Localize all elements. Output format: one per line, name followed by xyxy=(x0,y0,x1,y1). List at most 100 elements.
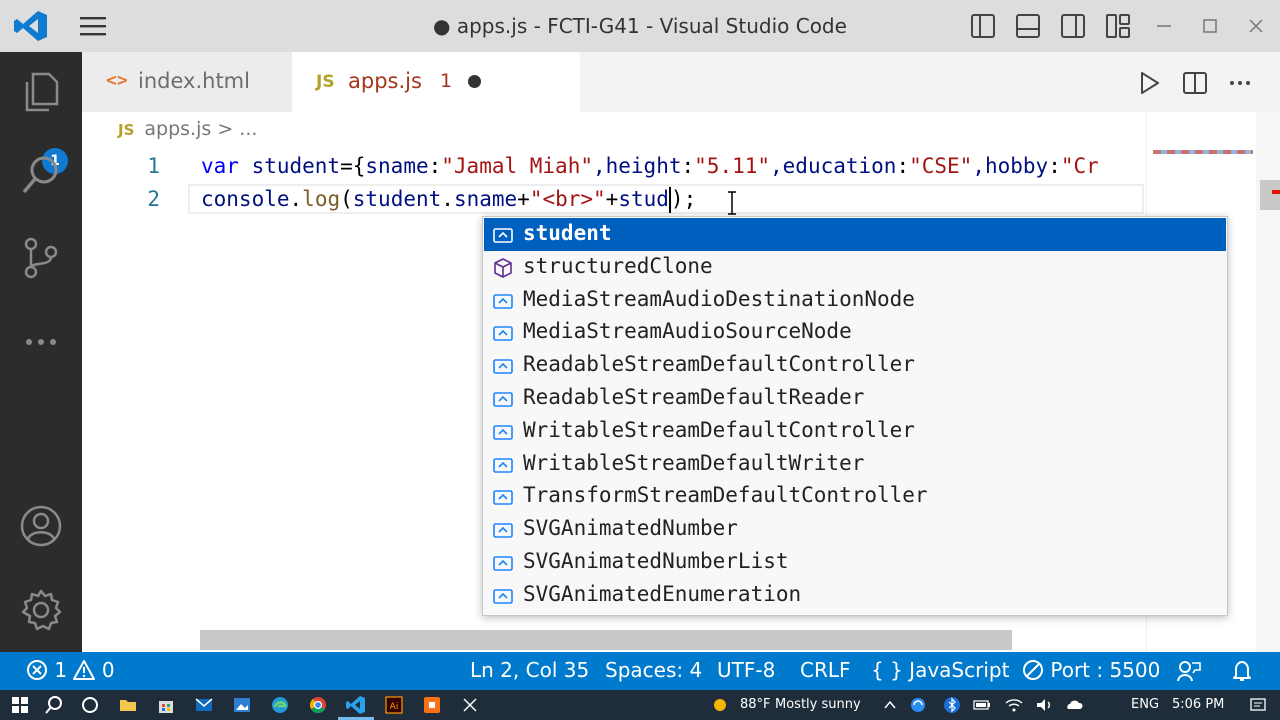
windows-start-icon[interactable] xyxy=(10,695,30,715)
error-icon xyxy=(27,660,47,680)
suggestion-item[interactable]: WritableStreamDefaultWriter xyxy=(484,448,1226,481)
encoding[interactable]: UTF-8 xyxy=(717,658,775,682)
suggestion-label: MediaStreamAudioDestinationNode xyxy=(523,286,915,311)
mail-icon[interactable] xyxy=(194,695,214,715)
split-editor-icon[interactable] xyxy=(1182,70,1208,96)
settings-gear-icon[interactable] xyxy=(19,588,63,632)
battery-icon[interactable] xyxy=(972,695,992,715)
tab-problem-count: 1 xyxy=(440,70,453,92)
variable-icon xyxy=(493,424,513,440)
suggestion-label: structuredClone xyxy=(523,253,713,278)
variable-icon xyxy=(493,457,513,473)
toggle-secondary-sidebar-icon[interactable] xyxy=(1060,13,1086,39)
tab-apps-js[interactable]: JS apps.js 1 xyxy=(292,52,580,112)
problems-status[interactable]: 1 0 xyxy=(26,658,115,682)
volume-icon[interactable] xyxy=(1034,695,1054,715)
status-bar: 1 0 Ln 2, Col 35 Spaces: 4 UTF-8 CRLF { … xyxy=(0,652,1280,690)
suggestion-item[interactable]: MediaStreamAudioDestinationNode xyxy=(484,284,1226,317)
illustrator-icon[interactable]: Ai xyxy=(384,695,404,715)
photos-icon[interactable] xyxy=(232,695,252,715)
suggestion-item[interactable]: WritableStreamDefaultController xyxy=(484,415,1226,448)
warning-icon xyxy=(73,660,96,680)
close-icon[interactable] xyxy=(1246,16,1266,36)
google-drive-sync-icon[interactable] xyxy=(908,695,928,715)
suggestion-item[interactable]: SVGAnimatedEnumeration xyxy=(484,579,1226,612)
search-icon[interactable] xyxy=(19,152,63,196)
block-icon xyxy=(1023,660,1043,680)
store-icon[interactable] xyxy=(156,695,176,715)
more-views-icon[interactable] xyxy=(19,320,63,364)
customize-layout-icon[interactable] xyxy=(1105,13,1131,39)
html-file-icon: <> xyxy=(106,70,128,91)
clock-time[interactable]: 5:06 PM xyxy=(1172,697,1224,712)
suggestion-label: MediaStreamAudioSourceNode xyxy=(523,319,852,344)
task-view-icon[interactable] xyxy=(80,695,100,715)
suggestion-item[interactable]: ReadableStreamDefaultController xyxy=(484,349,1226,382)
suggestion-item[interactable]: MediaStreamAudioSourceNode xyxy=(484,316,1226,349)
notification-center-icon[interactable] xyxy=(1248,695,1268,715)
explorer-files-icon[interactable] xyxy=(19,70,63,114)
file-explorer-icon[interactable] xyxy=(118,695,138,715)
horizontal-scrollbar[interactable] xyxy=(200,630,1012,650)
more-actions-icon[interactable] xyxy=(1227,70,1253,96)
live-server-port[interactable]: Port : 5500 xyxy=(1022,658,1160,682)
breadcrumb: JS apps.js > ... xyxy=(118,118,257,146)
chrome-browser-icon[interactable] xyxy=(308,695,328,715)
toggle-primary-sidebar-icon[interactable] xyxy=(970,13,996,39)
maximize-icon[interactable] xyxy=(1200,16,1220,36)
indentation[interactable]: Spaces: 4 xyxy=(605,658,702,682)
bluetooth-icon[interactable] xyxy=(942,695,962,715)
code-line-1[interactable]: var student={sname:"Jamal Miah",height:"… xyxy=(201,154,1099,178)
cursor-position[interactable]: Ln 2, Col 35 xyxy=(470,658,589,682)
onedrive-icon[interactable] xyxy=(1064,695,1084,715)
suggestion-label: ReadableStreamDefaultController xyxy=(523,352,915,377)
weather-temp[interactable]: 88°F xyxy=(740,697,771,712)
line-number: 1 xyxy=(147,154,160,178)
suggestion-item[interactable]: ReadableStreamDefaultReader xyxy=(484,382,1226,415)
language-label: JavaScript xyxy=(909,658,1010,682)
toggle-panel-icon[interactable] xyxy=(1015,13,1041,39)
suggestion-label: SVGAnimatedNumber xyxy=(523,516,738,541)
ibeam-cursor-icon xyxy=(728,191,736,215)
method-cube-icon xyxy=(494,257,512,278)
snipping-tool-icon[interactable] xyxy=(460,695,480,715)
notifications-bell-icon[interactable] xyxy=(1230,659,1254,683)
window-title: ● apps.js - FCTI-G41 - Visual Studio Cod… xyxy=(433,14,847,38)
vscode-taskbar-icon[interactable] xyxy=(346,695,366,715)
show-hidden-icons-icon[interactable] xyxy=(880,695,900,715)
tab-index-html[interactable]: <> index.html xyxy=(82,52,292,112)
variable-icon xyxy=(493,523,513,538)
scrollbar-error-marker xyxy=(1272,190,1280,194)
end-of-line[interactable]: CRLF xyxy=(800,658,851,682)
breadcrumb-file[interactable]: apps.js xyxy=(144,118,211,140)
breadcrumb-more[interactable]: ... xyxy=(239,118,257,140)
wifi-icon[interactable] xyxy=(1004,695,1024,715)
weather-description[interactable]: Mostly sunny xyxy=(775,697,861,712)
accounts-icon[interactable] xyxy=(19,504,63,548)
orange-app-icon[interactable] xyxy=(422,695,442,715)
language-mode[interactable]: { } JavaScript xyxy=(871,658,1009,682)
minimize-icon[interactable] xyxy=(1154,16,1174,36)
unsaved-dot-icon[interactable] xyxy=(468,75,481,88)
weather-sun-icon[interactable] xyxy=(710,695,730,715)
search-icon[interactable] xyxy=(44,695,64,715)
suggestion-item[interactable]: SVGAnimatedNumberList xyxy=(484,546,1226,579)
language-braces-icon: { } xyxy=(871,658,903,682)
feedback-icon[interactable] xyxy=(1176,659,1202,683)
js-file-icon: JS xyxy=(118,121,135,139)
source-control-icon[interactable] xyxy=(19,236,63,280)
edge-browser-icon[interactable] xyxy=(270,695,290,715)
hamburger-menu-icon[interactable] xyxy=(78,14,108,38)
suggestion-widget[interactable]: student structuredClone MediaStreamAudioDe… xyxy=(482,216,1228,616)
title-bar: ● apps.js - FCTI-G41 - Visual Studio Cod… xyxy=(0,0,1280,52)
variable-icon xyxy=(493,556,513,571)
suggestion-item[interactable]: SVGAnimatedNumber xyxy=(484,513,1226,546)
suggestion-item[interactable]: structuredClone xyxy=(484,251,1226,284)
scrollbar-thumb[interactable] xyxy=(1260,180,1280,210)
vscode-logo-icon xyxy=(14,11,47,41)
suggestion-item[interactable]: TransformStreamDefaultController xyxy=(484,480,1226,513)
suggestion-item[interactable]: student xyxy=(484,218,1226,251)
run-icon[interactable] xyxy=(1136,70,1162,96)
input-language[interactable]: ENG xyxy=(1131,697,1159,712)
code-line-2[interactable]: console.log(student.sname+"<br>"+stud); xyxy=(201,187,696,213)
